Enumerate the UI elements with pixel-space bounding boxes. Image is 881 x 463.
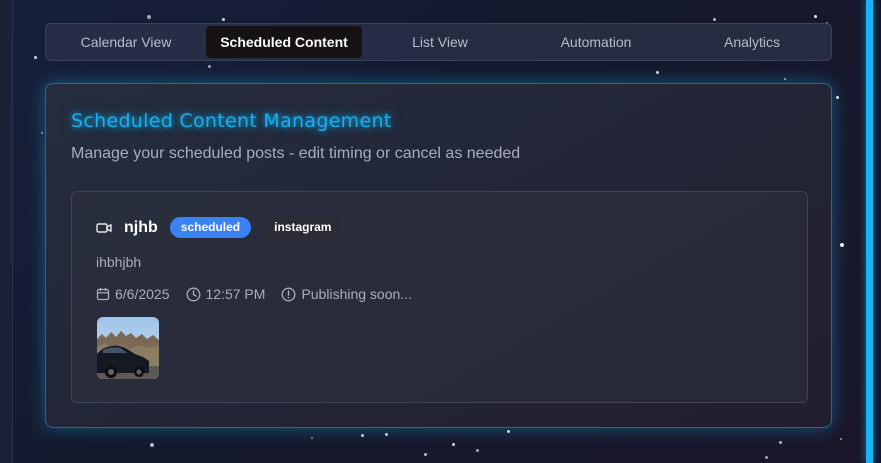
scheduled-post-card[interactable]: njhb scheduled instagram ihbhjbh 6/6/202… bbox=[71, 191, 808, 403]
left-edge bbox=[0, 0, 13, 463]
post-header: njhb scheduled instagram bbox=[96, 217, 354, 238]
video-icon bbox=[96, 221, 112, 235]
post-meta: 6/6/2025 12:57 PM Publishing soon... bbox=[96, 286, 428, 302]
alert-circle-icon bbox=[281, 287, 296, 301]
tab-list-view[interactable]: List View bbox=[362, 26, 518, 58]
post-time: 12:57 PM bbox=[186, 286, 266, 302]
tab-analytics[interactable]: Analytics bbox=[674, 26, 830, 58]
tab-calendar-view[interactable]: Calendar View bbox=[46, 26, 206, 58]
tab-automation[interactable]: Automation bbox=[518, 26, 674, 58]
right-edge bbox=[873, 0, 881, 463]
post-title: njhb bbox=[124, 218, 158, 236]
tab-scheduled-content[interactable]: Scheduled Content bbox=[206, 26, 362, 58]
status-badge: scheduled bbox=[169, 217, 252, 238]
post-description: ihbhjbh bbox=[96, 254, 142, 270]
platform-badge: instagram bbox=[263, 217, 343, 238]
publish-status: Publishing soon... bbox=[281, 286, 412, 302]
scroll-accent-bar[interactable] bbox=[866, 0, 873, 463]
calendar-icon bbox=[96, 288, 110, 301]
view-tabs: Calendar View Scheduled Content List Vie… bbox=[45, 23, 832, 61]
publish-status-text: Publishing soon... bbox=[301, 286, 412, 302]
post-media-thumbnail[interactable] bbox=[97, 317, 159, 379]
post-date-text: 6/6/2025 bbox=[115, 286, 170, 302]
clock-icon bbox=[186, 287, 200, 301]
post-time-text: 12:57 PM bbox=[205, 286, 266, 302]
panel-subtitle: Manage your scheduled posts - edit timin… bbox=[71, 145, 521, 162]
post-date: 6/6/2025 bbox=[96, 286, 170, 302]
panel-title: Scheduled Content Management bbox=[71, 110, 392, 132]
scheduled-content-panel: Scheduled Content Management Manage your… bbox=[45, 83, 832, 428]
